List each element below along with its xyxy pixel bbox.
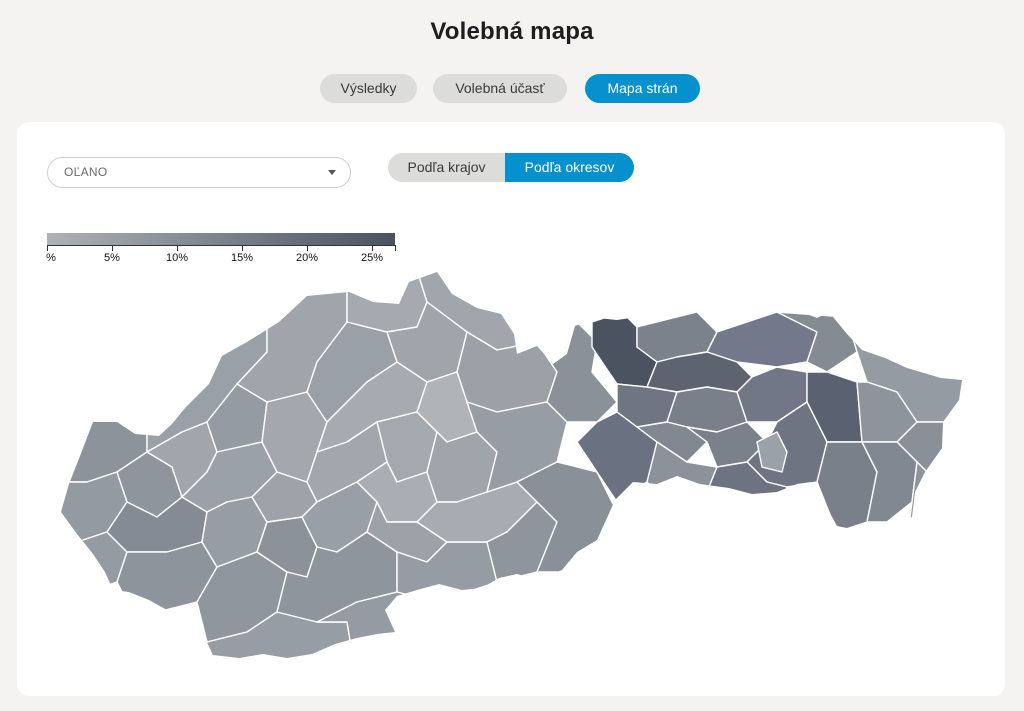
tab-volebna-ucast[interactable]: Volebná účasť xyxy=(433,74,567,103)
legend-tick xyxy=(372,245,373,251)
legend-tick-label: 5% xyxy=(104,252,120,264)
legend-axis xyxy=(47,245,396,252)
district-region[interactable] xyxy=(57,270,148,483)
toggle-podla-krajov[interactable]: Podľa krajov xyxy=(388,153,505,182)
toggle-podla-okresov[interactable]: Podľa okresov xyxy=(505,153,634,182)
page-title: Volebná mapa xyxy=(430,18,594,45)
legend-tick xyxy=(47,245,48,251)
view-toggle: Podľa krajov Podľa okresov xyxy=(388,153,634,182)
party-select[interactable]: OĽANO xyxy=(47,157,351,188)
legend-tick-label: 15% xyxy=(230,252,254,264)
legend-tick xyxy=(177,245,178,251)
legend-gradient-bar xyxy=(47,233,395,245)
party-select-value: OĽANO xyxy=(64,165,108,179)
legend-tick xyxy=(242,245,243,251)
legend-tick xyxy=(307,245,308,251)
tab-mapa-stran[interactable]: Mapa strán xyxy=(585,74,700,103)
chevron-down-icon xyxy=(328,170,336,175)
legend-tick-label: % xyxy=(46,252,56,264)
main-tabs: Výsledky Volebná účasť Mapa strán xyxy=(0,74,1024,103)
legend-tick-label: 20% xyxy=(295,252,319,264)
legend-tick-label: 10% xyxy=(165,252,189,264)
color-legend: % 5% 10% 15% 20% 25% xyxy=(46,233,397,269)
district-region[interactable] xyxy=(346,270,428,333)
map-card: OĽANO Podľa krajov Podľa okresov % 5% 10… xyxy=(17,122,1005,696)
district-region[interactable] xyxy=(906,461,967,543)
legend-tick xyxy=(395,245,396,251)
district-map xyxy=(57,270,967,658)
legend-tick-label: 25% xyxy=(360,252,384,264)
tab-vysledky[interactable]: Výsledky xyxy=(320,74,417,103)
legend-tick xyxy=(112,245,113,251)
